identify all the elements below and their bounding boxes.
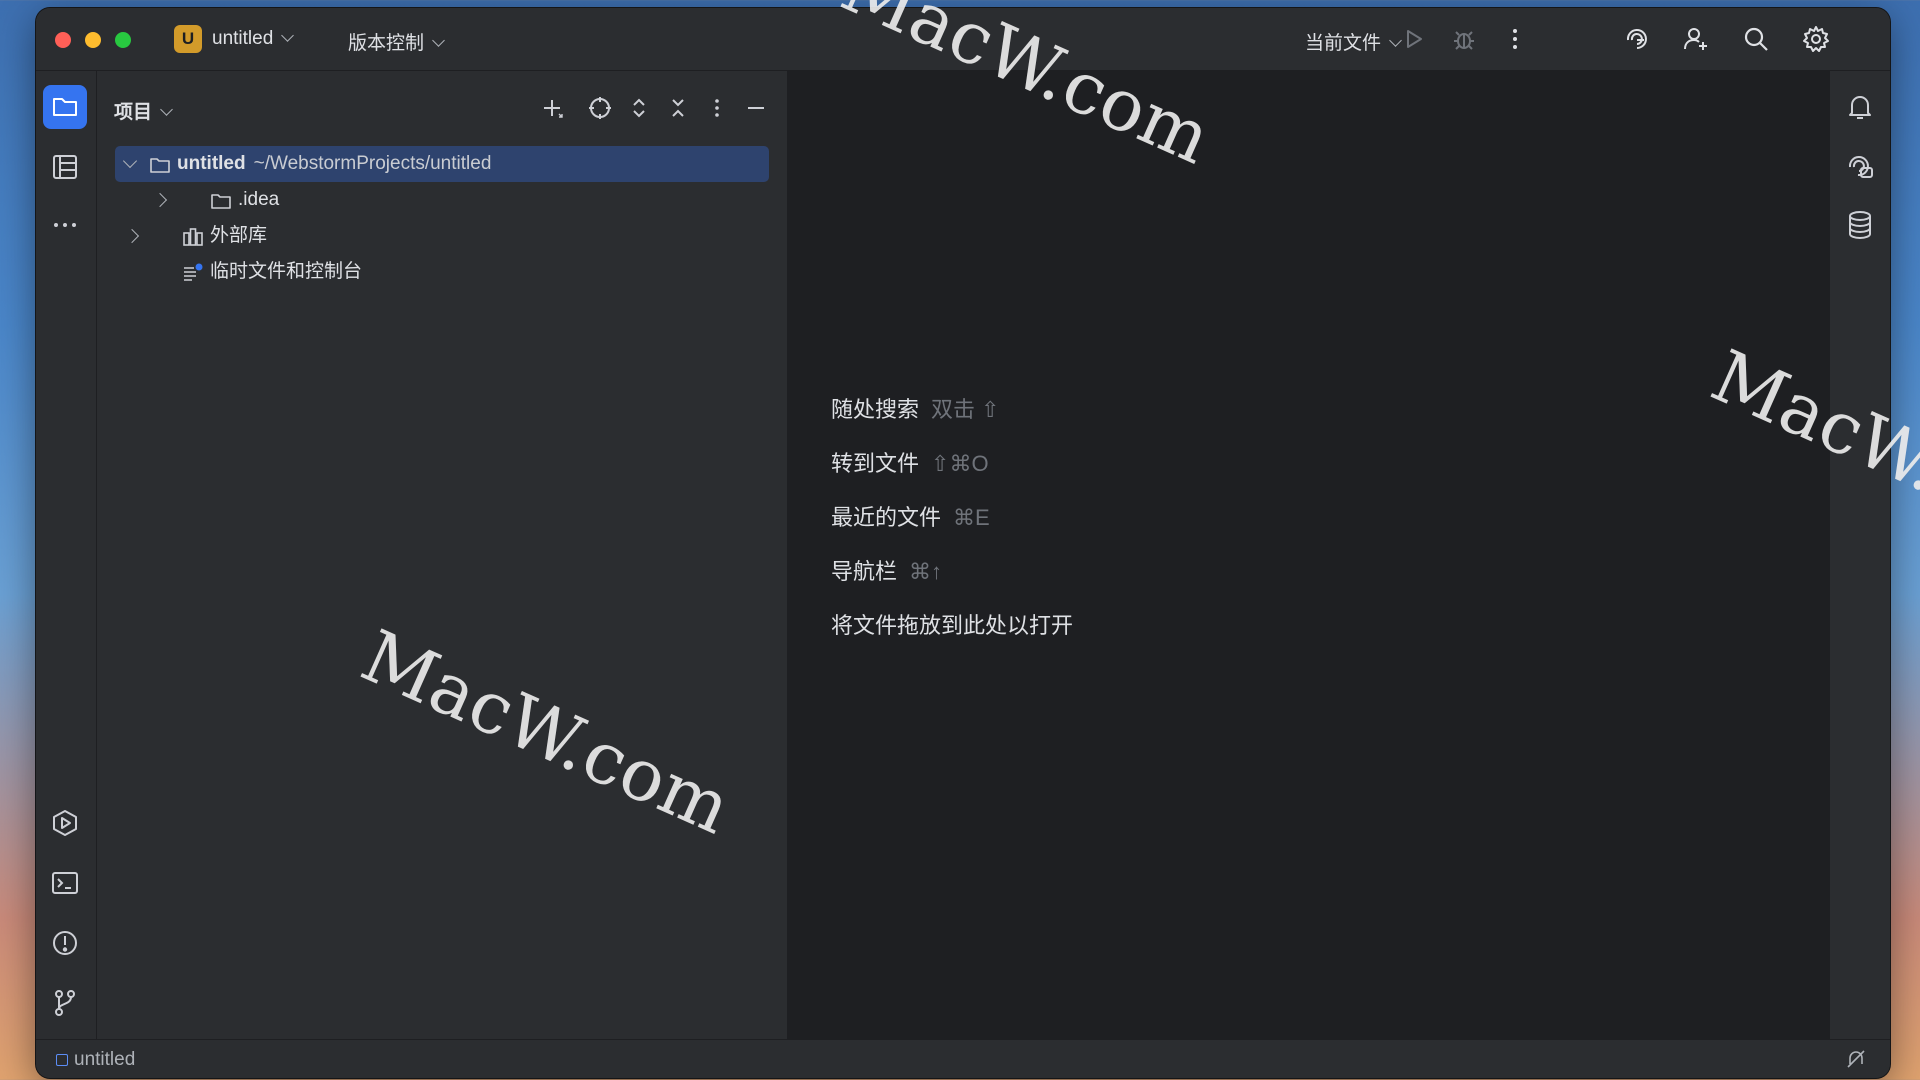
- status-project-name[interactable]: untitled: [74, 1049, 135, 1071]
- git-tool-button[interactable]: [43, 981, 87, 1025]
- vcs-label: 版本控制: [348, 33, 425, 54]
- tree-item-label: 外部库: [210, 225, 268, 246]
- run-tool-button[interactable]: [43, 801, 87, 845]
- more-tools-button[interactable]: [43, 203, 87, 247]
- new-file-icon[interactable]: [537, 93, 567, 123]
- locate-file-icon[interactable]: [585, 93, 615, 123]
- run-icon[interactable]: [1398, 24, 1428, 54]
- status-bar: untitled: [36, 1039, 1890, 1078]
- power-save-mode-icon[interactable]: [1844, 1047, 1868, 1071]
- structure-icon: [53, 155, 77, 179]
- more-horizontal-icon: [54, 223, 76, 227]
- tree-row-scratches[interactable]: 临时文件和控制台: [97, 254, 787, 290]
- title-bar: U untitled 版本控制 当前文件: [36, 8, 1890, 71]
- vcs-menu[interactable]: 版本控制: [348, 28, 445, 55]
- run-config-label: 当前文件: [1305, 33, 1382, 54]
- shortcut: ⌘↑: [909, 559, 943, 584]
- folder-icon: [53, 98, 77, 116]
- expand-all-icon[interactable]: [624, 93, 654, 123]
- chevron-right-icon[interactable]: [152, 192, 168, 208]
- ide-window: U untitled 版本控制 当前文件 项目 untitled ~/Webst…: [36, 8, 1890, 1078]
- minimize-window-button[interactable]: [85, 32, 101, 48]
- project-root-name: untitled: [177, 153, 246, 174]
- problems-tool-button[interactable]: [43, 921, 87, 965]
- chevron-down-icon[interactable]: [122, 153, 138, 169]
- terminal-icon: [52, 872, 78, 894]
- close-window-button[interactable]: [55, 32, 71, 48]
- hint-go-to-file: 转到文件 ⇧⌘O: [831, 451, 989, 476]
- tree-row-external-libraries[interactable]: 外部库: [97, 218, 787, 254]
- chevron-down-icon: [432, 34, 445, 47]
- project-tool-button[interactable]: [43, 85, 87, 129]
- hide-panel-icon[interactable]: [741, 93, 771, 123]
- right-tool-strip: [1829, 71, 1890, 1040]
- zoom-window-button[interactable]: [115, 32, 131, 48]
- database-button[interactable]: [1838, 203, 1882, 247]
- tree-item-label: 临时文件和控制台: [210, 261, 363, 282]
- ai-chat-icon: [1848, 156, 1873, 178]
- tree-item-label: .idea: [238, 189, 280, 210]
- shortcut: ⌘E: [953, 505, 990, 530]
- chevron-down-icon: [160, 103, 173, 116]
- project-panel-title[interactable]: 项目: [114, 97, 173, 124]
- problems-icon: [53, 931, 77, 955]
- project-badge: U: [174, 25, 202, 53]
- structure-tool-button[interactable]: [43, 145, 87, 189]
- project-root-path: ~/WebstormProjects/untitled: [253, 153, 492, 174]
- ai-chat-button[interactable]: [1838, 145, 1882, 189]
- ai-assistant-icon[interactable]: [1622, 24, 1652, 54]
- left-tool-strip: [36, 71, 97, 1040]
- project-name: untitled: [212, 28, 274, 49]
- tree-row-project-root[interactable]: untitled ~/WebstormProjects/untitled: [115, 146, 769, 182]
- hint-navigation-bar: 导航栏 ⌘↑: [831, 559, 943, 584]
- git-branch-icon: [55, 990, 75, 1016]
- chevron-right-icon[interactable]: [124, 228, 140, 244]
- shortcut: 双击 ⇧: [931, 397, 1000, 422]
- scratches-console-icon: [182, 261, 204, 297]
- project-panel: 项目 untitled ~/WebstormProjects/untitled …: [97, 71, 788, 1040]
- debug-icon[interactable]: [1449, 24, 1479, 54]
- run-config-selector[interactable]: 当前文件: [1305, 28, 1402, 55]
- settings-gear-icon[interactable]: [1801, 24, 1831, 54]
- hint-search-everywhere: 随处搜索 双击 ⇧: [831, 397, 1000, 422]
- more-vertical-icon[interactable]: [1500, 24, 1530, 54]
- hint-drop-files: 将文件拖放到此处以打开: [831, 613, 1074, 638]
- project-status-icon: [56, 1054, 68, 1066]
- collapse-all-icon[interactable]: [663, 93, 693, 123]
- add-user-icon[interactable]: [1681, 24, 1711, 54]
- database-icon: [1849, 211, 1871, 239]
- chevron-down-icon: [281, 29, 295, 42]
- search-icon[interactable]: [1741, 24, 1771, 54]
- shortcut: ⇧⌘O: [931, 451, 989, 476]
- hint-recent-files: 最近的文件 ⌘E: [831, 505, 990, 530]
- notifications-button[interactable]: [1838, 85, 1882, 129]
- panel-options-icon[interactable]: [702, 93, 732, 123]
- run-window-icon: [53, 810, 77, 836]
- editor-area[interactable]: 随处搜索 双击 ⇧ 转到文件 ⇧⌘O 最近的文件 ⌘E 导航栏 ⌘↑ 将文件拖放到此处以…: [788, 71, 1829, 1040]
- bell-icon: [1849, 96, 1871, 119]
- terminal-tool-button[interactable]: [43, 861, 87, 905]
- tree-row-idea[interactable]: .idea: [97, 182, 787, 218]
